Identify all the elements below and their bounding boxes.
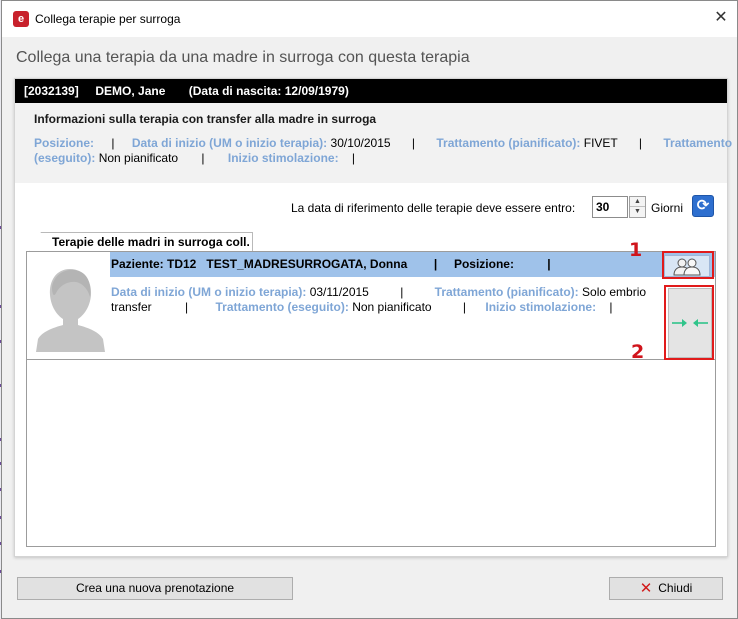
app-logo-icon: e bbox=[13, 11, 29, 27]
spin-up-icon[interactable]: ▲ bbox=[630, 197, 645, 207]
tab-surrogate-therapies[interactable]: Terapie delle madri in surroga coll. bbox=[29, 232, 253, 252]
data-inizio-label: Data di inizio (UM o inizio terapia): bbox=[131, 136, 328, 150]
reference-window-label: La data di riferimento delle terapie dev… bbox=[291, 201, 576, 215]
list-item: Paziente: TD12 TEST_MADRESURROGATA, Donn… bbox=[27, 252, 715, 360]
trattamento-eseguito-value: Non pianificato bbox=[352, 300, 432, 314]
avatar-placeholder-icon bbox=[32, 257, 109, 352]
annotation-box-1 bbox=[662, 251, 714, 279]
inizio-stimolazione-label: Inizio stimolazione: bbox=[485, 300, 597, 314]
close-window-button[interactable]: ✕ bbox=[708, 6, 734, 30]
separator: | bbox=[185, 300, 189, 314]
close-button[interactable]: ✕ Chiudi bbox=[609, 577, 723, 600]
annotation-box-2 bbox=[664, 285, 714, 360]
separator: | bbox=[411, 136, 416, 150]
trattamento-pianificato-value: Solo embrio bbox=[582, 285, 647, 299]
days-spinner[interactable]: ▲ ▼ bbox=[629, 196, 646, 218]
reference-days-input[interactable]: 30 bbox=[592, 196, 628, 218]
patient-info-bar: [2032139] DEMO, Jane (Data di nascita: 1… bbox=[15, 79, 727, 103]
trattamento-label: Trattamento bbox=[663, 136, 733, 150]
annotation-number-1: 1 bbox=[629, 239, 643, 261]
data-inizio-label: Data di inizio (UM o inizio terapia): bbox=[111, 285, 307, 299]
surrogate-info-line-1: Data di inizio (UM o inizio terapia): 03… bbox=[111, 285, 646, 299]
separator: | bbox=[351, 151, 356, 165]
separator: | bbox=[111, 136, 115, 150]
trattamento-pianificato-value: FIVET bbox=[583, 136, 618, 150]
trattamento-eseguito-label: (eseguito): bbox=[34, 151, 96, 165]
dialog-heading: Collega una terapia da una madre in surr… bbox=[16, 49, 470, 66]
therapy-info-title: Informazioni sulla terapia con transfer … bbox=[34, 112, 377, 126]
content-panel: [2032139] DEMO, Jane (Data di nascita: 1… bbox=[14, 78, 732, 557]
trattamento-pianificato-label: Trattamento (pianificato): bbox=[436, 136, 581, 150]
separator: | bbox=[609, 300, 613, 314]
trattamento-pianificato-value-cont: transfer bbox=[111, 300, 152, 314]
close-icon: ✕ bbox=[639, 580, 653, 597]
inizio-stimolazione-label: Inizio stimolazione: bbox=[227, 151, 339, 165]
dialog-window: e Collega terapie per surroga ✕ Collega … bbox=[1, 0, 738, 619]
trattamento-pianificato-label: Trattamento (pianificato): bbox=[434, 285, 579, 299]
trattamento-eseguito-value: Non pianificato bbox=[98, 151, 179, 165]
data-inizio-value: 30/10/2015 bbox=[330, 136, 391, 150]
title-bar: e Collega terapie per surroga ✕ bbox=[2, 1, 737, 37]
days-unit-label: Giorni bbox=[651, 201, 684, 215]
refresh-button[interactable]: ⟳ bbox=[692, 195, 714, 217]
close-button-label: Chiudi bbox=[658, 581, 693, 595]
separator: | bbox=[462, 300, 467, 314]
therapy-info-box: Informazioni sulla terapia con transfer … bbox=[15, 103, 732, 183]
separator: | bbox=[400, 285, 404, 299]
separator: | bbox=[201, 151, 205, 165]
therapy-info-line-2: (eseguito): Non pianificato | Inizio sti… bbox=[34, 151, 365, 165]
surrogate-therapy-list: Paziente: TD12 TEST_MADRESURROGATA, Donn… bbox=[26, 251, 716, 547]
new-booking-button[interactable]: Crea una nuova prenotazione bbox=[17, 577, 293, 600]
spin-down-icon[interactable]: ▼ bbox=[630, 207, 645, 217]
data-inizio-value: 03/11/2015 bbox=[309, 285, 369, 299]
annotation-number-2: 2 bbox=[631, 341, 645, 363]
refresh-icon: ⟳ bbox=[696, 197, 710, 214]
window-title: Collega terapie per surroga bbox=[35, 12, 181, 26]
posizione-label: Posizione: bbox=[34, 136, 95, 150]
trattamento-eseguito-label: Trattamento (eseguito): bbox=[215, 300, 349, 314]
surrogate-info-line-2: transfer | Trattamento (eseguito): Non p… bbox=[111, 300, 613, 314]
surrogate-patient-header: Paziente: TD12 TEST_MADRESURROGATA, Donn… bbox=[110, 252, 715, 277]
separator: | bbox=[638, 136, 643, 150]
therapy-info-line-1: Posizione: | Data di inizio (UM o inizio… bbox=[34, 136, 732, 150]
